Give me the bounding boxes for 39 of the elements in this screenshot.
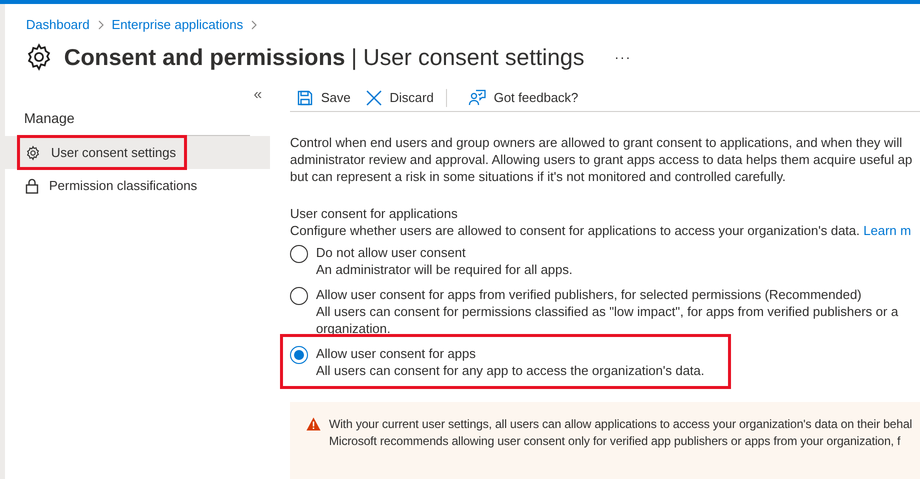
radio-button[interactable] [290, 287, 308, 305]
chevron-icon [251, 20, 258, 30]
warning-text: With your current user settings, all users can allow applications to access your organization's data on their behal [329, 416, 912, 433]
collapse-button[interactable]: « [254, 84, 262, 104]
more-button[interactable]: ··· [614, 46, 632, 68]
option-label: Do not allow user consent [316, 244, 467, 261]
description-line: but can represent a risk in some situations if it's not monitored and controlled carefully. [290, 168, 787, 185]
option-description: All users can consent for permissions classified as "low impact", for apps from verified publishers or a [316, 303, 898, 320]
page-title: Consent and permissions [64, 42, 346, 72]
radio-button[interactable] [290, 346, 308, 364]
close-icon [366, 90, 382, 106]
intro-text: Configure whether users are allowed to consent for applications to access your organization's data. [290, 223, 860, 238]
toolbar-button[interactable]: Got feedback? [460, 88, 586, 108]
section-heading: User consent for applications [290, 205, 459, 222]
toolbar-button[interactable]: Save [290, 88, 359, 108]
description-line: administrator review and approval. Allowing users to grant apps access to data helps them acquire useful ap [290, 151, 914, 168]
title-separator: | [351, 42, 358, 72]
gear-icon [25, 144, 41, 160]
description-line: Control when end users and group owners are allowed to grant consent to applications, and when they will [290, 134, 904, 151]
warning-icon [306, 417, 321, 431]
option-description: An administrator will be required for all apps. [316, 261, 573, 278]
option-label: Allow user consent for apps from verified publishers, for selected permissions (Recommended) [316, 286, 863, 303]
sidebar-item[interactable]: Permission classifications [5, 169, 270, 202]
learn-more-link[interactable]: Learn m [863, 223, 912, 238]
option-description: organization. [316, 320, 392, 337]
toolbar-button[interactable]: Discard [358, 88, 442, 108]
chevron-icon [98, 20, 104, 30]
page-subtitle: User consent settings [363, 42, 584, 72]
section-heading: Manage [24, 110, 75, 126]
sidebar-item[interactable]: User consent settings [5, 136, 270, 169]
lock-icon [25, 178, 39, 194]
warning-text: Microsoft recommends allowing user consent only for verified app publishers or apps from your organization, f [329, 433, 902, 450]
option-label: Allow user consent for apps [316, 345, 477, 362]
breadcrumb-link[interactable]: Dashboard [26, 14, 90, 34]
save-icon [297, 90, 313, 106]
option-description: All users can consent for any app to access the organization's data. [316, 362, 704, 379]
feedback-icon [468, 88, 486, 106]
radio-button[interactable] [290, 245, 308, 263]
breadcrumb-link[interactable]: Enterprise applications [112, 14, 244, 34]
